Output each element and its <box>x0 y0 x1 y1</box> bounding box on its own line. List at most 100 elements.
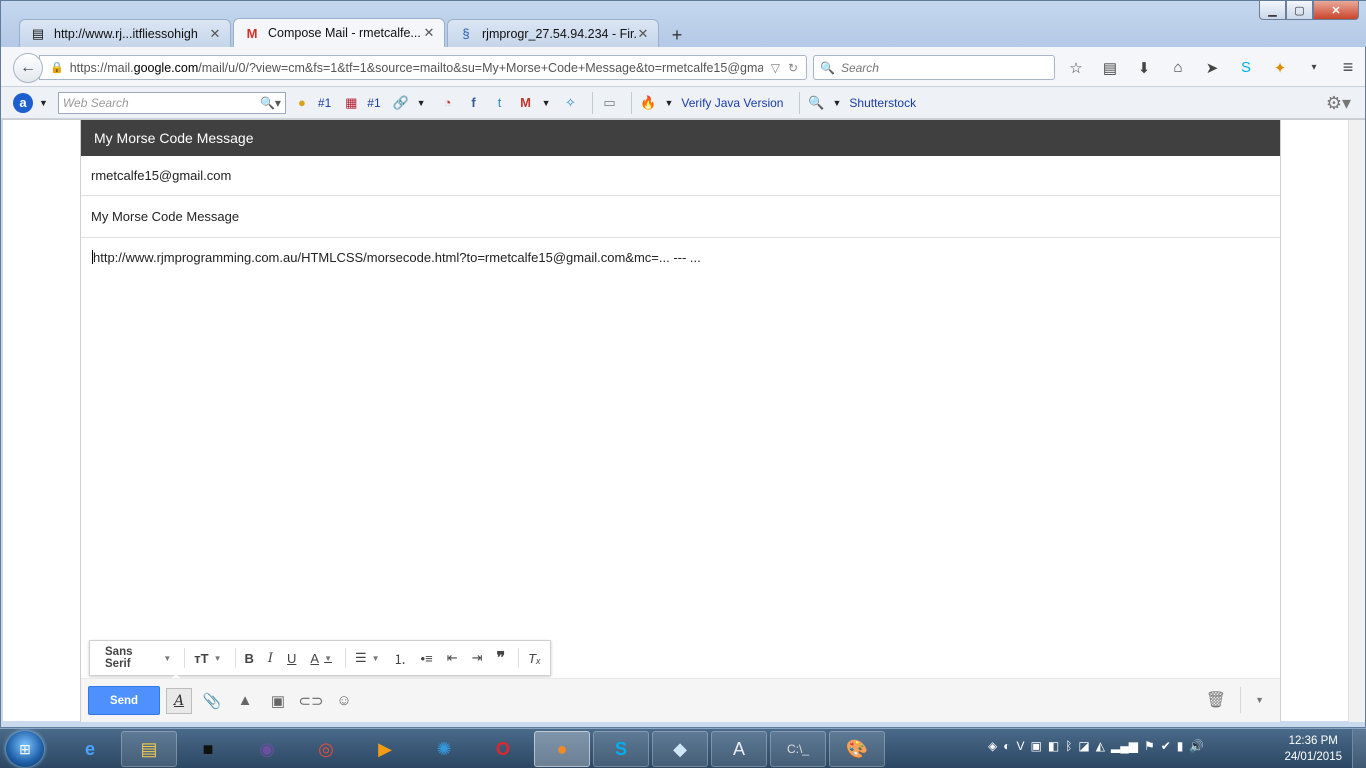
tray-app4-icon[interactable]: ◭ <box>1096 739 1105 753</box>
tab-compose-mail[interactable]: M Compose Mail - rmetcalfe... ✕ <box>233 18 445 47</box>
acrobat-icon[interactable]: ◪ <box>1078 739 1089 753</box>
new-tab-button[interactable]: + <box>663 23 691 47</box>
media-player-icon[interactable]: ▶ <box>357 731 413 767</box>
reading-list-icon[interactable]: ▤ <box>1099 59 1121 77</box>
link-chain-icon[interactable]: 🔗 <box>391 93 411 113</box>
sparkle-icon[interactable]: ✧ <box>560 93 580 113</box>
magnifier-icon[interactable]: 🔍▾ <box>260 96 281 110</box>
stopwatch-icon[interactable]: ◔ <box>438 93 458 113</box>
font-size-icon[interactable]: тT ▼ <box>189 646 226 670</box>
battery-icon[interactable]: ▮ <box>1177 739 1184 753</box>
bookmark-star-icon[interactable]: ☆ <box>1065 59 1087 77</box>
align-icon[interactable]: ☰ ▼ <box>350 646 385 670</box>
send-icon[interactable]: ➤ <box>1201 59 1223 77</box>
quote-icon[interactable]: ❞ <box>492 646 511 670</box>
italic-icon[interactable]: I <box>263 646 278 670</box>
flame-dropdown-icon[interactable]: ▼ <box>664 98 673 108</box>
link-dropdown-icon[interactable]: ▼ <box>417 98 426 108</box>
facebook-icon[interactable]: f <box>464 93 484 113</box>
formatting-options-icon[interactable]: A <box>166 687 192 714</box>
close-tab-icon[interactable]: ✕ <box>636 26 650 42</box>
more-dropdown-icon[interactable]: ▾ <box>1303 62 1325 73</box>
attach-file-icon[interactable]: 📎 <box>199 688 225 714</box>
to-recipient[interactable]: rmetcalfe15@gmail.com <box>91 168 231 183</box>
remove-formatting-icon[interactable]: Tₓ <box>523 646 546 670</box>
eclipse-icon[interactable]: ◉ <box>239 731 295 767</box>
rank-link-1[interactable]: #1 <box>318 96 331 110</box>
rank-link-2[interactable]: #1 <box>367 96 380 110</box>
bold-icon[interactable]: B <box>239 646 258 670</box>
gmail-dropdown-icon[interactable]: ▼ <box>542 98 551 108</box>
flame-icon[interactable]: 🔥 <box>638 93 658 113</box>
ask-logo-icon[interactable]: a <box>13 92 33 113</box>
emoji-icon[interactable]: ☺ <box>331 688 357 714</box>
ie-icon[interactable]: e <box>62 731 118 767</box>
downloads-icon[interactable]: ⬇ <box>1133 59 1155 77</box>
indent-less-icon[interactable]: ⇤ <box>442 646 463 670</box>
dropdown-icon[interactable]: ▽ <box>771 61 780 75</box>
url-bar[interactable]: 🔒 https://mail.google.com/mail/u/0/?view… <box>39 55 807 80</box>
paint-icon[interactable]: 🎨 <box>829 731 885 767</box>
clock[interactable]: 12:36 PM 24/01/2015 <box>1284 733 1342 765</box>
command-prompt-icon[interactable]: C:\_ <box>770 731 826 767</box>
terminal-app-icon[interactable]: ■ <box>180 731 236 767</box>
insert-photo-icon[interactable]: ▣ <box>265 688 291 714</box>
numbered-list-icon[interactable]: ⒈ <box>389 646 412 670</box>
search-tool-dropdown-icon[interactable]: ▼ <box>832 98 841 108</box>
tray-app-icon[interactable]: ◈ <box>988 739 997 753</box>
more-options-icon[interactable]: ▼ <box>1255 695 1264 705</box>
show-desktop-button[interactable] <box>1352 729 1366 768</box>
underline-icon[interactable]: U <box>282 646 301 670</box>
tray-app3-icon[interactable]: ◧ <box>1048 739 1059 753</box>
message-body[interactable]: http://www.rjmprogramming.com.au/HTMLCSS… <box>81 238 1280 277</box>
maximize-button[interactable]: ▢ <box>1286 1 1313 20</box>
subject-text[interactable]: My Morse Code Message <box>91 209 239 224</box>
gmail-toolbar-icon[interactable]: M <box>516 93 536 113</box>
us-flag-icon[interactable]: ▦ <box>341 93 361 113</box>
ask-dropdown-icon[interactable]: ▼ <box>39 98 48 108</box>
tray-audio-icon[interactable]: ◐ <box>1003 739 1010 753</box>
verify-java-link[interactable]: Verify Java Version <box>681 96 783 110</box>
security-check-icon[interactable]: ✔ <box>1161 739 1171 753</box>
notes-app-icon[interactable]: ◆ <box>652 731 708 767</box>
chrome-icon[interactable]: ◎ <box>298 731 354 767</box>
firefox-icon[interactable]: ● <box>534 731 590 767</box>
drive-icon[interactable]: ▲ <box>232 688 258 714</box>
web-search-input[interactable]: Web Search 🔍▾ <box>57 91 286 114</box>
id-card-icon[interactable]: ▭ <box>599 93 619 113</box>
close-tab-icon[interactable]: ✕ <box>208 26 222 42</box>
signal-icon[interactable]: ▂▄▆ <box>1111 739 1138 753</box>
gear-icon[interactable]: ⚙▾ <box>1326 93 1351 114</box>
insert-link-icon[interactable]: ⊂⊃ <box>298 688 324 714</box>
shutterstock-link[interactable]: Shutterstock <box>849 96 916 110</box>
addon-icon[interactable]: ✦ <box>1269 59 1291 77</box>
tray-v-icon[interactable]: V <box>1016 739 1024 753</box>
bulleted-list-icon[interactable]: •≡ <box>416 646 438 670</box>
volume-icon[interactable]: 🔊 <box>1189 739 1204 753</box>
share-icon[interactable]: t <box>490 93 510 113</box>
menu-icon[interactable]: ≡ <box>1337 57 1359 78</box>
home-icon[interactable]: ⌂ <box>1167 59 1189 76</box>
minimize-button[interactable]: ▁ <box>1259 1 1286 20</box>
search-tool-icon[interactable]: 🔍 <box>806 93 826 113</box>
safari-icon[interactable]: ✺ <box>416 731 472 767</box>
back-button[interactable]: ← <box>13 53 43 83</box>
start-button[interactable]: ⊞ <box>6 731 44 767</box>
tab-filezilla[interactable]: § rjmprogr_27.54.94.234 - Fir... ✕ <box>447 19 659 47</box>
close-tab-icon[interactable]: ✕ <box>422 25 436 41</box>
search-bar[interactable]: 🔍 Search <box>813 55 1055 80</box>
tray-app2-icon[interactable]: ▣ <box>1031 739 1042 753</box>
tab-rjm-page[interactable]: ▤ http://www.rj...itfliessohigh ✕ <box>19 19 231 47</box>
indent-more-icon[interactable]: ⇥ <box>467 646 488 670</box>
font-family-select[interactable]: Sans Serif ▼ <box>100 646 176 670</box>
close-window-button[interactable]: ✕ <box>1313 1 1359 20</box>
text-color-icon[interactable]: A ▼ <box>305 646 337 670</box>
subject-field[interactable]: My Morse Code Message <box>81 196 1280 238</box>
wordpad-icon[interactable]: A <box>711 731 767 767</box>
explorer-icon[interactable]: ▤ <box>121 731 177 767</box>
to-field[interactable]: rmetcalfe15@gmail.com <box>81 156 1280 196</box>
flag-icon[interactable]: ⚑ <box>1144 739 1155 753</box>
trash-icon[interactable]: 🗑 <box>1206 690 1226 710</box>
opera-icon[interactable]: O <box>475 731 531 767</box>
send-button[interactable]: Send <box>88 686 160 715</box>
